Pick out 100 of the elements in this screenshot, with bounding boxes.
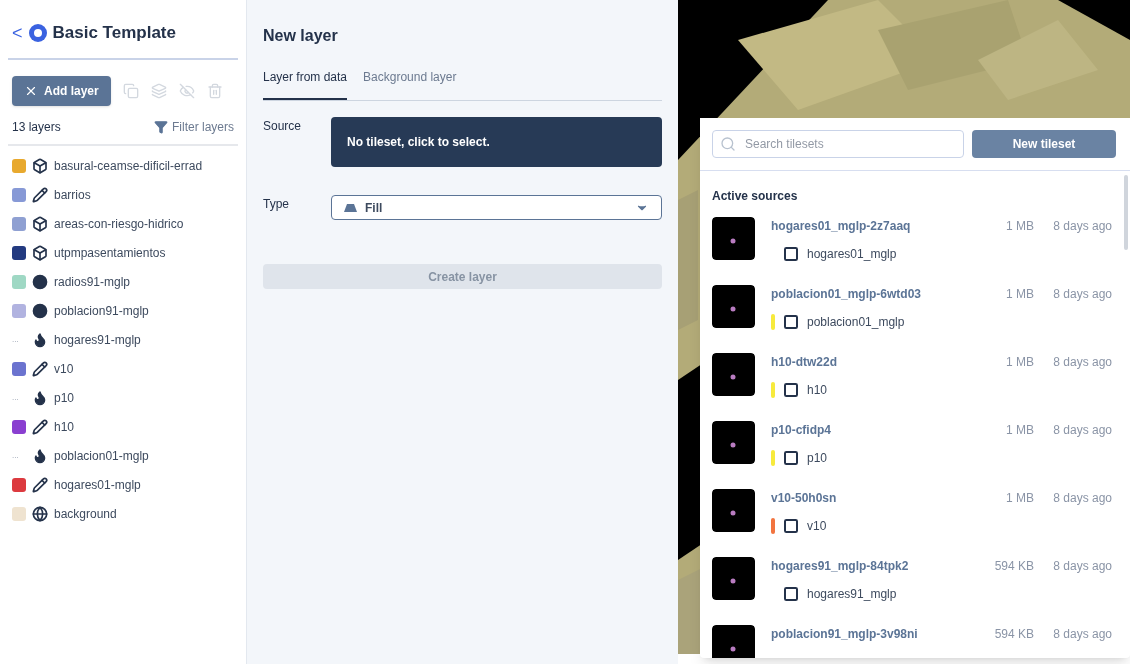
search-field[interactable]: Search tilesets (712, 130, 964, 158)
source-age: 8 days ago (1052, 422, 1112, 439)
source-name: poblacion01_mglp-6wtd03 (771, 286, 923, 303)
polygon-icon (783, 382, 799, 398)
new-tileset-button[interactable]: New tileset (972, 130, 1116, 158)
duplicate-icon[interactable] (122, 82, 139, 99)
source-name: hogares91_mglp-84tpk2 (771, 558, 910, 575)
layer-item[interactable]: ... poblacion01-mglp (12, 441, 234, 471)
hide-icon[interactable] (178, 82, 195, 99)
source-layer: h10 (807, 382, 828, 399)
layers-icon[interactable] (150, 82, 167, 99)
layer-count: 13 layers (12, 118, 61, 136)
source-name: h10-dtw22d (771, 354, 838, 371)
source-size: 1 MB (1005, 286, 1034, 303)
layer-name: poblacion01-mglp (54, 448, 149, 465)
source-age: 8 days ago (1052, 286, 1112, 303)
source-name: p10-cfidp4 (771, 422, 832, 439)
type-label: Type (263, 196, 290, 213)
tab[interactable]: Background layer (363, 68, 457, 100)
type-value: Fill (365, 199, 384, 217)
cube-icon (32, 158, 48, 174)
source-item[interactable]: hogares91_mglp-84tpk2 594 KB 8 days ago hogares91_mglp (712, 557, 1112, 625)
circle-icon (32, 303, 48, 319)
source-size: 594 KB (993, 626, 1034, 643)
source-size: 1 MB (1005, 422, 1034, 439)
tileset-selector[interactable]: No tileset, click to select. (331, 117, 662, 167)
search-icon (720, 136, 736, 152)
back-link[interactable]: < (12, 23, 23, 42)
swatch-placeholder: ... (12, 392, 20, 404)
layer-item[interactable]: radios91-mglp (12, 267, 234, 297)
pencil-icon (32, 361, 48, 377)
layer-name: h10 (54, 419, 75, 436)
pencil-icon (32, 187, 48, 203)
layer-item[interactable]: areas-con-riesgo-hidrico (12, 209, 234, 239)
panel-title: New layer (263, 26, 339, 46)
source-size: 1 MB (1005, 218, 1034, 235)
filter-icon (154, 119, 168, 134)
delete-icon[interactable] (206, 82, 223, 99)
flame-icon (32, 390, 48, 406)
swatch-placeholder: ... (12, 450, 20, 462)
type-dropdown[interactable]: Fill (331, 195, 662, 220)
logo-icon (28, 23, 47, 42)
add-layer-button[interactable]: Add layer (12, 75, 111, 106)
cube-icon (32, 245, 48, 261)
source-layer: hogares01_mglp (807, 246, 897, 263)
globe-icon (32, 506, 48, 522)
layer-name: areas-con-riesgo-hidrico (54, 216, 184, 233)
layer-item[interactable]: hogares01-mglp (12, 470, 234, 500)
source-item[interactable]: p10-cfidp4 1 MB 8 days ago p10 (712, 421, 1112, 489)
source-name: hogares01_mglp-2z7aaq (771, 218, 912, 235)
source-label: Source (263, 118, 303, 135)
flame-icon (32, 448, 48, 464)
polygon-icon (783, 518, 799, 534)
flame-icon (32, 332, 48, 348)
pencil-icon (32, 419, 48, 435)
layer-item[interactable]: v10 (12, 354, 234, 384)
layer-name: barrios (54, 187, 91, 204)
tab[interactable]: Layer from data (263, 68, 348, 100)
source-layer: p10 (807, 450, 828, 467)
source-name: v10-50h0sn (771, 490, 838, 507)
layer-item[interactable]: utpmpasentamientos (12, 238, 234, 268)
polygon-icon (783, 586, 799, 602)
cube-icon (32, 216, 48, 232)
layer-name: radios91-mglp (54, 274, 131, 291)
layer-item[interactable]: ... hogares91-mglp (12, 325, 234, 355)
source-item[interactable]: poblacion01_mglp-6wtd03 1 MB 8 days ago poblacion01_mglp (712, 285, 1112, 353)
source-size: 1 MB (1005, 490, 1034, 507)
layer-item[interactable]: barrios (12, 180, 234, 210)
layer-item[interactable]: background (12, 499, 234, 529)
source-item[interactable]: hogares01_mglp-2z7aaq 1 MB 8 days ago hogares01_mglp (712, 217, 1112, 285)
circle-icon (32, 274, 48, 290)
layer-item[interactable]: ... p10 (12, 383, 234, 413)
project-title: Basic Template (52, 22, 176, 44)
polygon-icon (783, 246, 799, 262)
pencil-icon (32, 477, 48, 493)
source-name: poblacion91_mglp-3v98ni (771, 626, 919, 643)
source-age: 8 days ago (1052, 626, 1112, 643)
layer-name: background (54, 506, 117, 523)
layer-item[interactable]: poblacion91-mglp (12, 296, 234, 326)
source-layer: v10 (807, 518, 827, 535)
layer-item[interactable]: basural-ceamse-dificil-errad (12, 151, 234, 181)
filter-layers-link[interactable]: Filter layers (154, 117, 234, 136)
source-item[interactable]: v10-50h0sn 1 MB 8 days ago v10 (712, 489, 1112, 557)
scrollbar-thumb[interactable] (1124, 175, 1128, 250)
source-layer: hogares91_mglp (807, 586, 897, 603)
source-age: 8 days ago (1052, 354, 1112, 371)
source-size: 594 KB (993, 558, 1034, 575)
source-age: 8 days ago (1052, 490, 1112, 507)
section-heading: Active sources (712, 188, 799, 205)
layer-name: v10 (54, 361, 74, 378)
layer-name: basural-ceamse-dificil-errad (54, 158, 203, 175)
polygon-icon (783, 314, 799, 330)
source-age: 8 days ago (1052, 558, 1112, 575)
layer-name: p10 (54, 390, 75, 407)
fill-icon (344, 203, 357, 212)
layer-name: hogares91-mglp (54, 332, 141, 349)
layer-item[interactable]: h10 (12, 412, 234, 442)
source-size: 1 MB (1005, 354, 1034, 371)
source-item[interactable]: poblacion91_mglp-3v98ni 594 KB 8 days ago (712, 625, 1112, 658)
source-item[interactable]: h10-dtw22d 1 MB 8 days ago h10 (712, 353, 1112, 421)
